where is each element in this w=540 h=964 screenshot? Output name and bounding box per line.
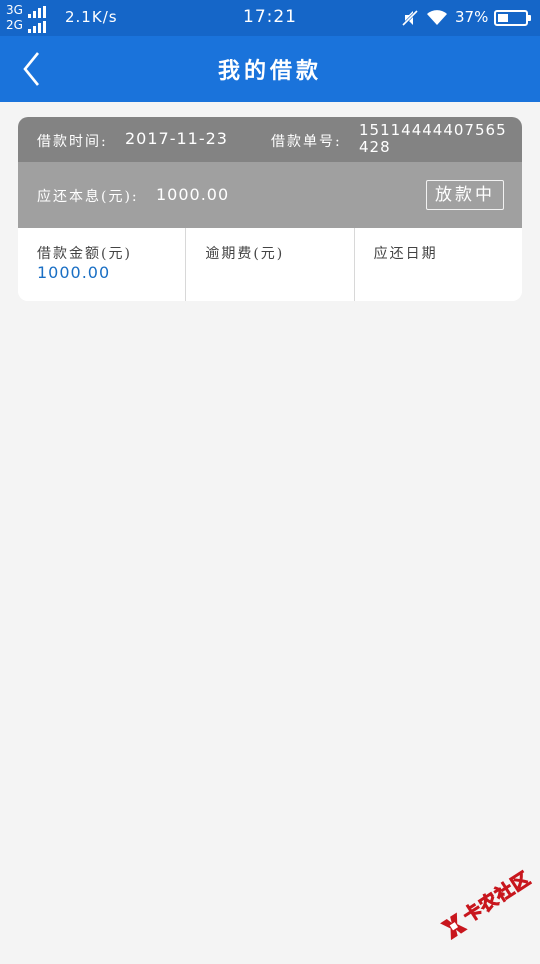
page-title: 我的借款	[217, 58, 322, 84]
battery-icon	[494, 10, 531, 26]
status-bar: 3G 2G 2.1K/s 17:21 37%	[0, 0, 540, 36]
watermark-text: 卡农社区	[459, 868, 535, 928]
status-badge: 放款中	[426, 180, 504, 210]
mute-icon	[401, 9, 419, 27]
stat-label: 借款金额(元)	[37, 246, 132, 262]
stat-loan-amount: 借款金额(元) 1000.00	[18, 228, 185, 301]
battery-level-fill	[498, 14, 508, 22]
wifi-icon	[427, 10, 447, 25]
amount-due-row: 应还本息(元): 1000.00 放款中	[18, 162, 522, 228]
watermark: 卡农社区	[418, 846, 540, 964]
app-header: 我的借款	[0, 36, 540, 102]
stat-label: 逾期费(元)	[205, 246, 285, 262]
loan-number-label: 借款单号:	[271, 134, 342, 150]
loan-card[interactable]: 借款时间: 2017-11-23 借款单号: 15114444407565428…	[18, 117, 522, 301]
loan-time-label: 借款时间:	[37, 134, 108, 150]
battery-percent: 37%	[455, 8, 489, 26]
amount-due-value: 1000.00	[156, 185, 230, 204]
loan-info-row: 借款时间: 2017-11-23 借款单号: 15114444407565428	[18, 117, 522, 162]
stat-due-date: 应还日期	[353, 228, 522, 301]
loan-number-value: 15114444407565428	[359, 121, 507, 156]
loan-time-value: 2017-11-23	[125, 129, 228, 148]
amount-due-label: 应还本息(元):	[37, 189, 139, 205]
stat-label: 应还日期	[373, 246, 438, 262]
stat-overdue-fee: 逾期费(元)	[185, 228, 353, 301]
stat-value: 1000.00	[37, 263, 111, 282]
loan-stats: 借款金额(元) 1000.00 逾期费(元) 应还日期	[18, 228, 522, 301]
